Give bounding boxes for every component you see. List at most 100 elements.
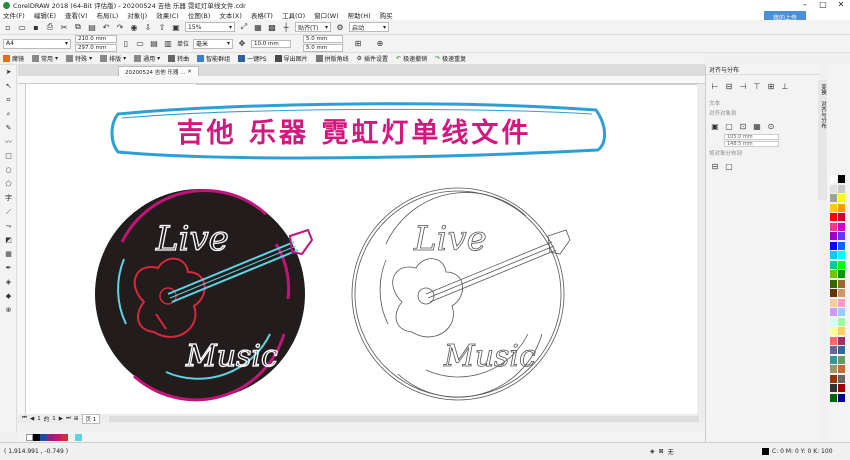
palette-swatch[interactable] (838, 384, 845, 392)
palette-swatch[interactable] (838, 374, 845, 383)
palette-swatch[interactable] (838, 346, 845, 354)
align-bottom-icon[interactable]: ⊥ (780, 81, 790, 91)
horizontal-scrollbar[interactable] (109, 415, 699, 422)
palette-swatch[interactable] (838, 336, 845, 345)
palette-swatch[interactable] (838, 355, 845, 364)
zoom-select[interactable]: 15% ▾ (185, 22, 235, 32)
plugin-item-smart-group[interactable]: 智能群组 (197, 54, 230, 63)
launch-select[interactable]: 启动 ▾ (349, 22, 389, 32)
palette-swatch[interactable] (838, 232, 845, 240)
palette-swatch[interactable] (830, 203, 837, 212)
export-icon[interactable]: ⇧ (157, 22, 167, 32)
palette-swatch[interactable] (830, 260, 837, 269)
palette-swatch[interactable] (838, 194, 845, 202)
plugin-item-export-image[interactable]: 导出图片 (274, 54, 308, 63)
plugin-item-fast-undo[interactable]: ↶ 极速撤销 (396, 54, 427, 63)
drawing-canvas[interactable]: 吉他 乐器 霓虹灯单线文件 Live Music Live Music (26, 84, 697, 414)
first-page-icon[interactable]: ⏮ (22, 415, 27, 422)
align-page-edge-icon[interactable]: ▢ (724, 121, 734, 131)
plugin-item-common[interactable]: 常用 ▾ (32, 54, 58, 63)
align-point-icon[interactable]: ⊙ (766, 121, 776, 131)
palette-swatch[interactable] (830, 346, 837, 354)
menu-text[interactable]: 文本(X) (219, 10, 242, 20)
distribute-page-icon[interactable]: ▢ (724, 161, 734, 171)
artistic-media-icon[interactable]: 〰 (0, 135, 17, 149)
page-height-field[interactable]: 297.0 mm (75, 44, 117, 52)
full-screen-icon[interactable]: ⤢ (239, 22, 249, 32)
menu-bitmaps[interactable]: 位图(B) (188, 10, 211, 20)
title-banner[interactable]: 吉他 乐器 霓虹灯单线文件 (110, 102, 606, 160)
next-page-icon[interactable]: ▶ (59, 416, 63, 422)
smart-fill-icon[interactable]: ◆ (0, 289, 17, 303)
nudge-distance-field[interactable]: 10.0 mm (251, 39, 292, 48)
swatch-light-gray[interactable] (68, 433, 75, 441)
swatch-black[interactable] (33, 433, 40, 441)
maximize-icon[interactable]: □ (814, 0, 832, 10)
plugin-item-mirror[interactable]: 魔镜 (3, 54, 24, 63)
palette-swatch[interactable] (830, 270, 837, 278)
ellipse-tool-icon[interactable]: ○ (0, 163, 17, 177)
plugin-item-convert-curves[interactable]: 转曲 (168, 54, 189, 63)
palette-swatch[interactable] (838, 270, 845, 278)
side-tab-align[interactable]: 对齐与分布 (818, 101, 827, 129)
swatch-red[interactable] (61, 433, 68, 441)
palette-swatch[interactable] (838, 279, 845, 288)
lock-ratio-icon[interactable]: ⊞ (353, 39, 363, 49)
align-top-icon[interactable]: ⊤ (752, 81, 762, 91)
current-page-icon[interactable]: ▥ (163, 39, 173, 49)
palette-swatch[interactable] (838, 222, 845, 231)
eyedropper-icon[interactable]: ✒ (0, 261, 17, 275)
align-page-center-icon[interactable]: ⊡ (738, 121, 748, 131)
page-size-select[interactable]: A4 ▾ (3, 38, 71, 49)
units-select[interactable]: 毫米 ▾ (193, 38, 234, 49)
position-y-field[interactable]: 148.5 mm (724, 141, 779, 147)
neon-color-version[interactable]: Live Music (95, 189, 314, 402)
plugin-item-fast-redo[interactable]: ↷ 极速重复 (435, 54, 466, 63)
menu-help[interactable]: 帮助(H) (348, 10, 371, 20)
vertical-scrollbar[interactable] (697, 84, 705, 414)
palette-swatch[interactable] (838, 184, 845, 193)
add-icon[interactable]: ⊕ (375, 39, 385, 49)
palette-swatch[interactable] (830, 232, 837, 240)
all-pages-icon[interactable]: ▤ (149, 39, 159, 49)
swatch-blue[interactable] (40, 433, 47, 441)
plugin-item-crop-marks[interactable]: 拼版角线 (315, 54, 349, 63)
add-page-icon[interactable]: ⊞ (74, 416, 79, 422)
redo-icon[interactable]: ↷ (115, 22, 125, 32)
palette-swatch[interactable] (838, 213, 845, 221)
add-tool-icon[interactable]: ⊕ (0, 303, 17, 317)
align-left-icon[interactable]: ⊢ (710, 81, 720, 91)
interactive-fill-icon[interactable]: ◈ (0, 275, 17, 289)
text-tool-icon[interactable]: 字 (0, 191, 17, 205)
palette-swatch[interactable] (830, 327, 837, 335)
paste-icon[interactable]: ▤ (87, 22, 97, 32)
palette-swatch[interactable] (830, 279, 837, 288)
transparency-icon[interactable]: ▦ (0, 247, 17, 261)
palette-swatch[interactable] (830, 374, 837, 383)
undo-icon[interactable]: ↶ (101, 22, 111, 32)
palette-swatch[interactable] (838, 260, 845, 269)
import-icon[interactable]: ⇩ (143, 22, 153, 32)
align-middle-icon[interactable]: ⊞ (766, 81, 776, 91)
palette-swatch[interactable] (838, 365, 845, 373)
palette-swatch[interactable] (830, 384, 837, 392)
palette-swatch[interactable] (830, 251, 837, 259)
palette-swatch[interactable] (838, 298, 845, 307)
palette-swatch[interactable] (830, 184, 837, 193)
position-x-field[interactable]: 105.0 mm (724, 134, 779, 140)
portrait-icon[interactable]: ▯ (121, 39, 131, 49)
shape-tool-icon[interactable]: ↖ (0, 79, 17, 93)
polygon-tool-icon[interactable]: ⬠ (0, 177, 17, 191)
cut-icon[interactable]: ✂ (59, 22, 69, 32)
palette-swatch[interactable] (830, 175, 837, 183)
parallel-dimension-icon[interactable]: ⟋ (0, 205, 17, 219)
close-tab-icon[interactable]: ✕ (187, 69, 192, 75)
palette-swatch[interactable] (838, 241, 845, 250)
palette-swatch[interactable] (838, 327, 845, 335)
horizontal-ruler[interactable] (18, 76, 705, 84)
palette-swatch[interactable] (838, 203, 845, 212)
grid-icon[interactable]: ▩ (267, 22, 277, 32)
distribute-selection-icon[interactable]: ⊟ (710, 161, 720, 171)
palette-swatch[interactable] (830, 365, 837, 373)
menu-view[interactable]: 查看(V) (65, 10, 88, 20)
